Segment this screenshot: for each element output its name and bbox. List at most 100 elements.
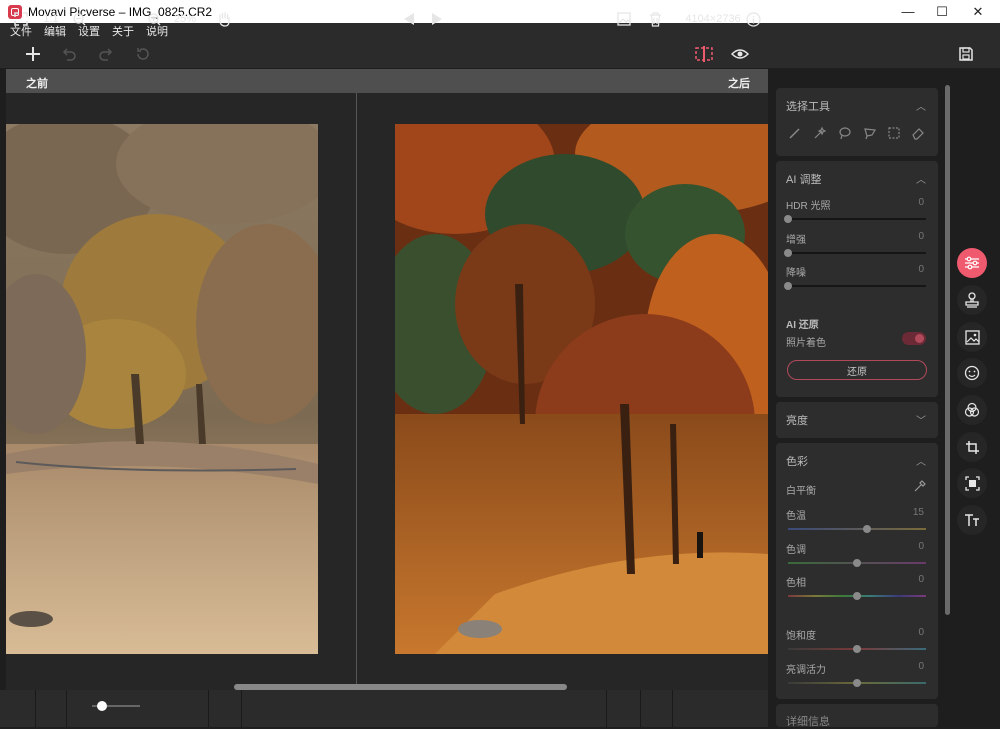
zoom-out-icon[interactable] <box>71 8 87 30</box>
preview-eye-icon[interactable] <box>729 43 751 65</box>
delete-icon[interactable] <box>645 8 665 30</box>
fit-screen-icon[interactable] <box>10 8 32 30</box>
select-area-icon[interactable] <box>957 468 987 498</box>
brightness-title: 亮度 <box>786 415 808 427</box>
bottom-separator <box>672 690 673 727</box>
slider-thumb[interactable] <box>863 525 872 533</box>
white-balance-label: 白平衡 <box>786 486 816 497</box>
selection-tools-card: 选择工具 ︿ <box>776 88 938 156</box>
colorize-label: 照片着色 <box>786 338 826 349</box>
denoise-slider[interactable] <box>784 282 926 290</box>
chevron-up-icon[interactable]: ︿ <box>916 453 926 468</box>
enhance-label: 增强 <box>786 235 806 246</box>
saturation-value: 0 <box>918 627 924 638</box>
vibrance-value: 0 <box>918 661 924 672</box>
bottom-separator <box>66 690 67 727</box>
actual-size-button[interactable]: 1:1 <box>40 8 62 30</box>
hue-slider[interactable] <box>788 592 926 600</box>
polygon-lasso-icon[interactable] <box>863 126 877 140</box>
slider-thumb[interactable] <box>853 679 861 687</box>
stamp-icon[interactable] <box>957 285 987 315</box>
menu-about[interactable]: 关于 <box>112 23 134 39</box>
hdr-lighting-label: HDR 光照 <box>786 201 831 212</box>
bottom-separator <box>606 690 607 727</box>
hand-tool-icon[interactable] <box>214 8 234 30</box>
undo-icon[interactable] <box>58 43 80 65</box>
eyedropper-icon[interactable] <box>913 480 926 493</box>
colorize-toggle[interactable] <box>902 332 926 345</box>
compare-icon[interactable] <box>693 43 715 65</box>
bottom-separator <box>35 690 36 727</box>
compare-label-bar: 之前 之后 <box>6 69 768 93</box>
chevron-down-icon[interactable]: ﹀ <box>916 412 926 427</box>
restore-button[interactable]: 还原 <box>787 360 927 380</box>
reset-icon[interactable] <box>132 43 154 65</box>
color-title: 色彩 <box>786 456 808 468</box>
face-icon[interactable] <box>957 358 987 388</box>
saturation-label: 饱和度 <box>786 631 816 642</box>
enhance-value: 0 <box>918 231 924 242</box>
after-label: 之后 <box>728 78 750 90</box>
enhance-slider[interactable] <box>784 249 926 257</box>
slider-thumb[interactable] <box>784 249 792 257</box>
panel-scrollbar[interactable] <box>945 85 950 615</box>
maximize-button[interactable]: ☐ <box>924 0 960 23</box>
before-label: 之前 <box>26 78 48 90</box>
next-image-icon[interactable] <box>428 8 446 30</box>
image-icon[interactable] <box>957 322 987 352</box>
vibrance-label: 亮调活力 <box>786 665 826 676</box>
info-icon[interactable] <box>744 8 762 30</box>
ai-restore-title: AI 还原 <box>786 320 819 331</box>
minimize-button[interactable]: — <box>890 0 926 23</box>
temperature-slider[interactable] <box>788 525 926 533</box>
chevron-up-icon[interactable]: ︿ <box>916 171 926 186</box>
chevron-up-icon[interactable]: ︿ <box>916 98 926 113</box>
vibrance-slider[interactable] <box>788 679 926 687</box>
lasso-icon[interactable] <box>838 126 852 140</box>
close-button[interactable]: ✕ <box>960 0 996 23</box>
denoise-value: 0 <box>918 264 924 275</box>
before-photo <box>6 124 318 654</box>
saturation-slider[interactable] <box>788 645 926 653</box>
zoom-slider[interactable] <box>92 701 140 711</box>
previous-image-icon[interactable] <box>400 8 418 30</box>
image-dimensions: 4104×2736 <box>685 13 741 25</box>
slider-thumb[interactable] <box>784 282 792 290</box>
magic-wand-icon[interactable] <box>813 126 827 140</box>
zoom-in-icon[interactable] <box>146 8 162 30</box>
bottom-separator <box>241 690 242 727</box>
tint-label: 色调 <box>786 545 806 556</box>
hue-label: 色相 <box>786 578 806 589</box>
hue-value: 0 <box>918 574 924 585</box>
brightness-card[interactable]: 亮度 ﹀ <box>776 402 938 438</box>
slider-thumb[interactable] <box>853 559 861 567</box>
bottom-separator <box>640 690 641 727</box>
text-icon[interactable] <box>957 505 987 535</box>
zoom-level: 25% <box>173 13 197 25</box>
slider-thumb[interactable] <box>853 645 861 653</box>
selection-tools-title: 选择工具 <box>786 101 830 113</box>
eraser-icon[interactable] <box>911 126 925 140</box>
crop-icon[interactable] <box>957 432 987 462</box>
brush-icon[interactable] <box>788 126 802 140</box>
gallery-icon[interactable] <box>614 8 634 30</box>
zoom-slider-thumb[interactable] <box>96 701 107 711</box>
ai-adjust-title: AI 调整 <box>786 174 822 186</box>
toolbar <box>0 39 1000 68</box>
hdr-lighting-slider[interactable] <box>784 215 926 223</box>
ai-adjust-card: AI 调整 ︿ HDR 光照 0 增强 0 降噪 0 AI 还原 照片着色 还原 <box>776 161 938 397</box>
color-card: 色彩 ︿ 白平衡 色温 15 色调 0 色相 0 饱和度 0 亮调活力 0 <box>776 443 938 699</box>
slider-thumb[interactable] <box>853 592 861 600</box>
slider-thumb[interactable] <box>784 215 792 223</box>
adjust-icon[interactable] <box>957 248 987 278</box>
details-card[interactable]: 详细信息 <box>776 704 938 728</box>
tint-slider[interactable] <box>788 559 926 567</box>
add-icon[interactable] <box>22 43 44 65</box>
hdr-lighting-value: 0 <box>918 197 924 208</box>
redo-icon[interactable] <box>95 43 117 65</box>
save-icon[interactable] <box>955 43 977 65</box>
rectangle-select-icon[interactable] <box>887 126 901 140</box>
bottom-separator <box>208 690 209 727</box>
color-circles-icon[interactable] <box>957 395 987 425</box>
compare-divider[interactable] <box>356 93 357 690</box>
